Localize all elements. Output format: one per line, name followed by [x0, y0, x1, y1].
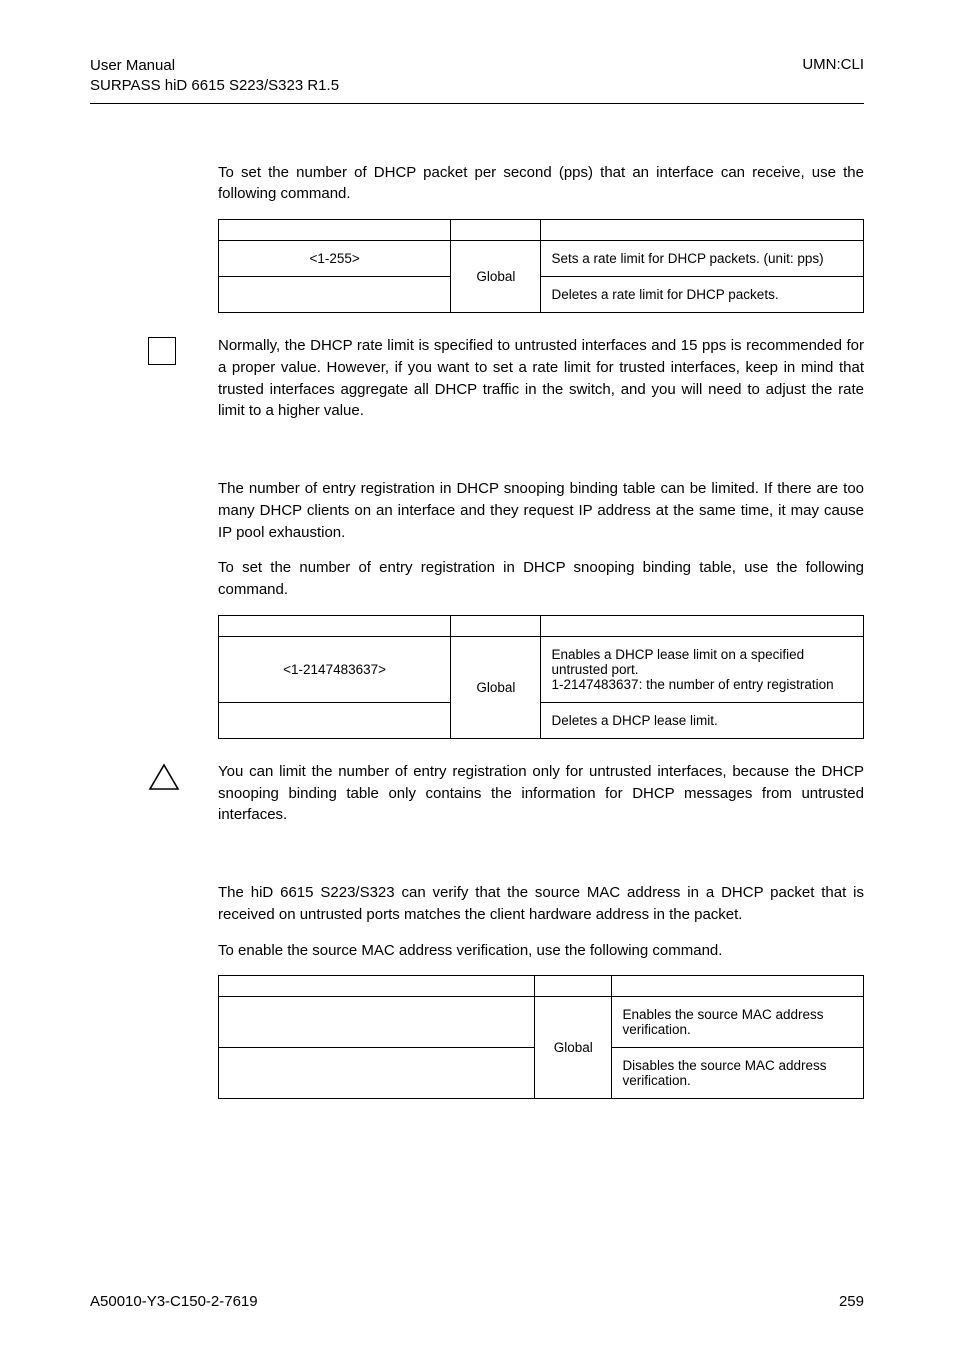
table-row: Deletes a DHCP lease limit. [219, 702, 864, 738]
table-row: <1-2147483637> Global Enables a DHCP lea… [219, 636, 864, 702]
th-mode [451, 220, 541, 241]
lease-intro-text-1: The number of entry registration in DHCP… [218, 478, 864, 543]
cell-description: Disables the source MAC address verifica… [612, 1048, 864, 1099]
table-row: Global Enables the source MAC address ve… [219, 997, 864, 1048]
th-command [219, 220, 451, 241]
cell-mode: Global [451, 241, 541, 313]
cell-mode: Global [535, 997, 612, 1099]
cell-description: Deletes a DHCP lease limit. [541, 702, 864, 738]
cell-command-empty [219, 702, 451, 738]
cell-description: Enables the source MAC address verificat… [612, 997, 864, 1048]
th-description [612, 976, 864, 997]
cell-description: Deletes a rate limit for DHCP packets. [541, 277, 864, 313]
header-divider [90, 103, 864, 104]
lease-limit-table: <1-2147483637> Global Enables a DHCP lea… [218, 615, 864, 739]
header-left: User Manual SURPASS hiD 6615 S223/S323 R… [90, 56, 339, 97]
rate-intro-text: To set the number of DHCP packet per sec… [218, 162, 864, 206]
cell-command: <1-255> [219, 241, 451, 277]
rate-limit-table: <1-255> Global Sets a rate limit for DHC… [218, 219, 864, 313]
verify-intro-text-1: The hiD 6615 S223/S323 can verify that t… [218, 882, 864, 926]
header-line1: User Manual [90, 56, 339, 76]
note-lease-limit: You can limit the number of entry regist… [148, 761, 864, 826]
table-header-row [219, 220, 864, 241]
cell-command-empty [219, 277, 451, 313]
th-mode [535, 976, 612, 997]
note-text: Normally, the DHCP rate limit is specifi… [218, 335, 864, 422]
cell-command-empty [219, 1048, 535, 1099]
verify-intro-text-2: To enable the source MAC address verific… [218, 940, 864, 962]
th-description [541, 220, 864, 241]
table-header-row [219, 615, 864, 636]
table-row: Deletes a rate limit for DHCP packets. [219, 277, 864, 313]
th-mode [451, 615, 541, 636]
lease-intro-text-2: To set the number of entry registration … [218, 557, 864, 601]
verify-table: Global Enables the source MAC address ve… [218, 975, 864, 1099]
header-right: UMN:CLI [802, 56, 864, 73]
note-rate-limit: Normally, the DHCP rate limit is specifi… [148, 335, 864, 422]
th-command [219, 615, 451, 636]
cell-command-empty [219, 997, 535, 1048]
footer-right: 259 [839, 1293, 864, 1310]
cell-command: <1-2147483637> [219, 636, 451, 702]
th-command [219, 976, 535, 997]
warning-icon [148, 763, 180, 791]
page-header: User Manual SURPASS hiD 6615 S223/S323 R… [90, 56, 864, 97]
cell-description: Sets a rate limit for DHCP packets. (uni… [541, 241, 864, 277]
footer-left: A50010-Y3-C150-2-7619 [90, 1293, 258, 1310]
cell-mode: Global [451, 636, 541, 738]
note-icon [148, 337, 176, 365]
table-row: <1-255> Global Sets a rate limit for DHC… [219, 241, 864, 277]
cell-description: Enables a DHCP lease limit on a specifie… [541, 636, 864, 702]
desc-line2: 1-2147483637: the number of entry regist… [551, 677, 833, 692]
desc-line1: Enables a DHCP lease limit on a specifie… [551, 647, 804, 677]
header-line2: SURPASS hiD 6615 S223/S323 R1.5 [90, 76, 339, 96]
page-footer: A50010-Y3-C150-2-7619 259 [90, 1293, 864, 1310]
th-description [541, 615, 864, 636]
note-text: You can limit the number of entry regist… [218, 761, 864, 826]
table-header-row [219, 976, 864, 997]
